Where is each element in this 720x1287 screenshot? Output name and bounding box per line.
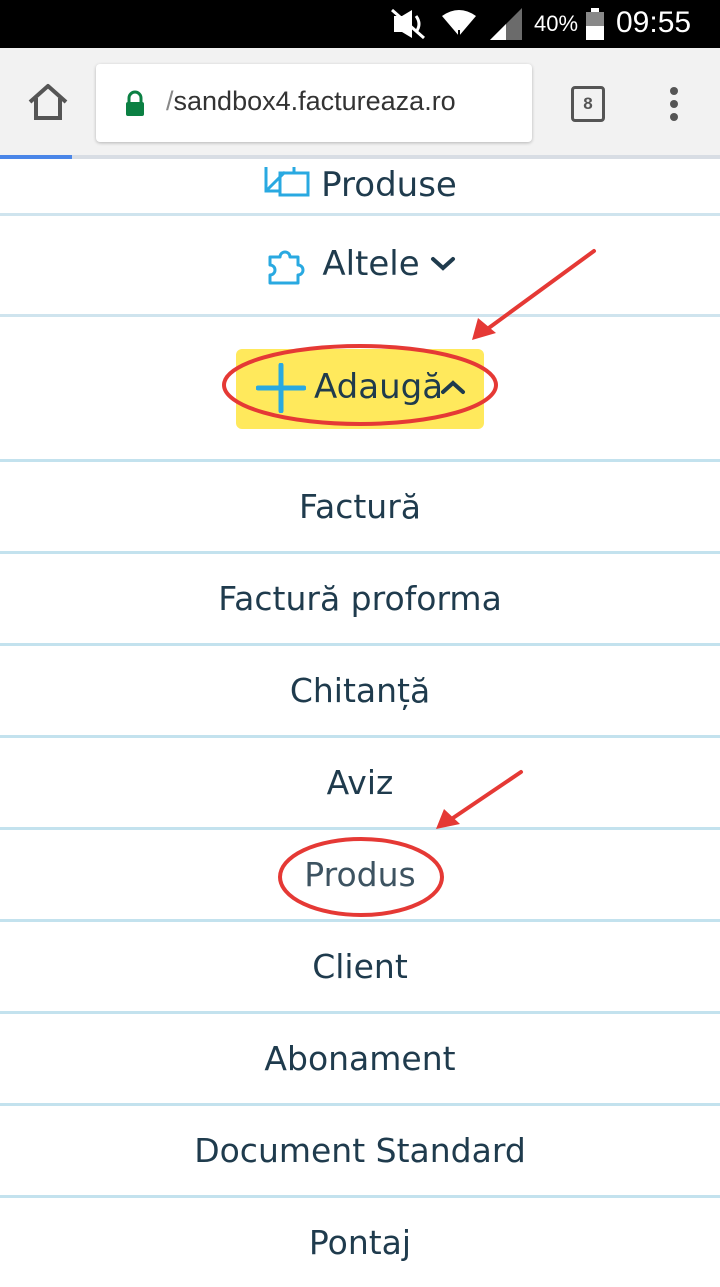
chevron-down-icon <box>430 257 455 271</box>
nav-item-produse[interactable]: Produse <box>0 159 720 213</box>
status-bar: 40% 09:55 <box>0 0 720 48</box>
nav-item-produse-label: Produse <box>321 165 457 205</box>
submenu-item-chitanta[interactable]: Chitanță <box>0 646 720 735</box>
plus-icon <box>256 363 306 413</box>
adauga-label: Adaugă <box>314 367 444 407</box>
tabs-icon[interactable]: 8 <box>571 86 605 122</box>
submenu-item-document-standard[interactable]: Document Standard <box>0 1106 720 1195</box>
submenu-item-factura[interactable]: Factură <box>0 462 720 551</box>
submenu-item-abonament[interactable]: Abonament <box>0 1014 720 1103</box>
mute-icon <box>391 8 425 40</box>
clock: 09:55 <box>616 6 692 39</box>
chevron-up-icon <box>441 380 465 394</box>
submenu-item-pontaj[interactable]: Pontaj <box>0 1198 720 1287</box>
adauga-button[interactable]: Adaugă <box>236 349 484 429</box>
wifi-icon <box>442 10 476 40</box>
url-host: sandbox4.factureaza.ro <box>173 86 456 116</box>
products-icon <box>264 167 310 197</box>
nav-item-adauga-row: Adaugă <box>0 317 720 459</box>
submenu-item-aviz[interactable]: Aviz <box>0 738 720 827</box>
address-bar[interactable]: /sandbox4.factureaza.ro <box>96 64 532 142</box>
submenu-item-client[interactable]: Client <box>0 922 720 1011</box>
battery-percent: 40% <box>534 11 579 36</box>
home-icon[interactable] <box>26 82 70 122</box>
nav-item-altele-label: Altele <box>322 244 420 284</box>
signal-icon <box>490 8 522 40</box>
lock-icon <box>126 90 144 116</box>
nav-item-altele[interactable]: Altele <box>0 216 720 312</box>
battery-icon <box>586 8 604 40</box>
url-text: /sandbox4.factureaza.ro <box>166 86 456 117</box>
url-prefix: / <box>166 86 174 116</box>
more-vert-icon[interactable] <box>664 86 684 122</box>
submenu-item-produs[interactable]: Produs <box>0 830 720 919</box>
submenu-item-factura-proforma[interactable]: Factură proforma <box>0 554 720 643</box>
browser-toolbar: /sandbox4.factureaza.ro 8 <box>0 48 720 156</box>
puzzle-icon <box>268 250 305 285</box>
